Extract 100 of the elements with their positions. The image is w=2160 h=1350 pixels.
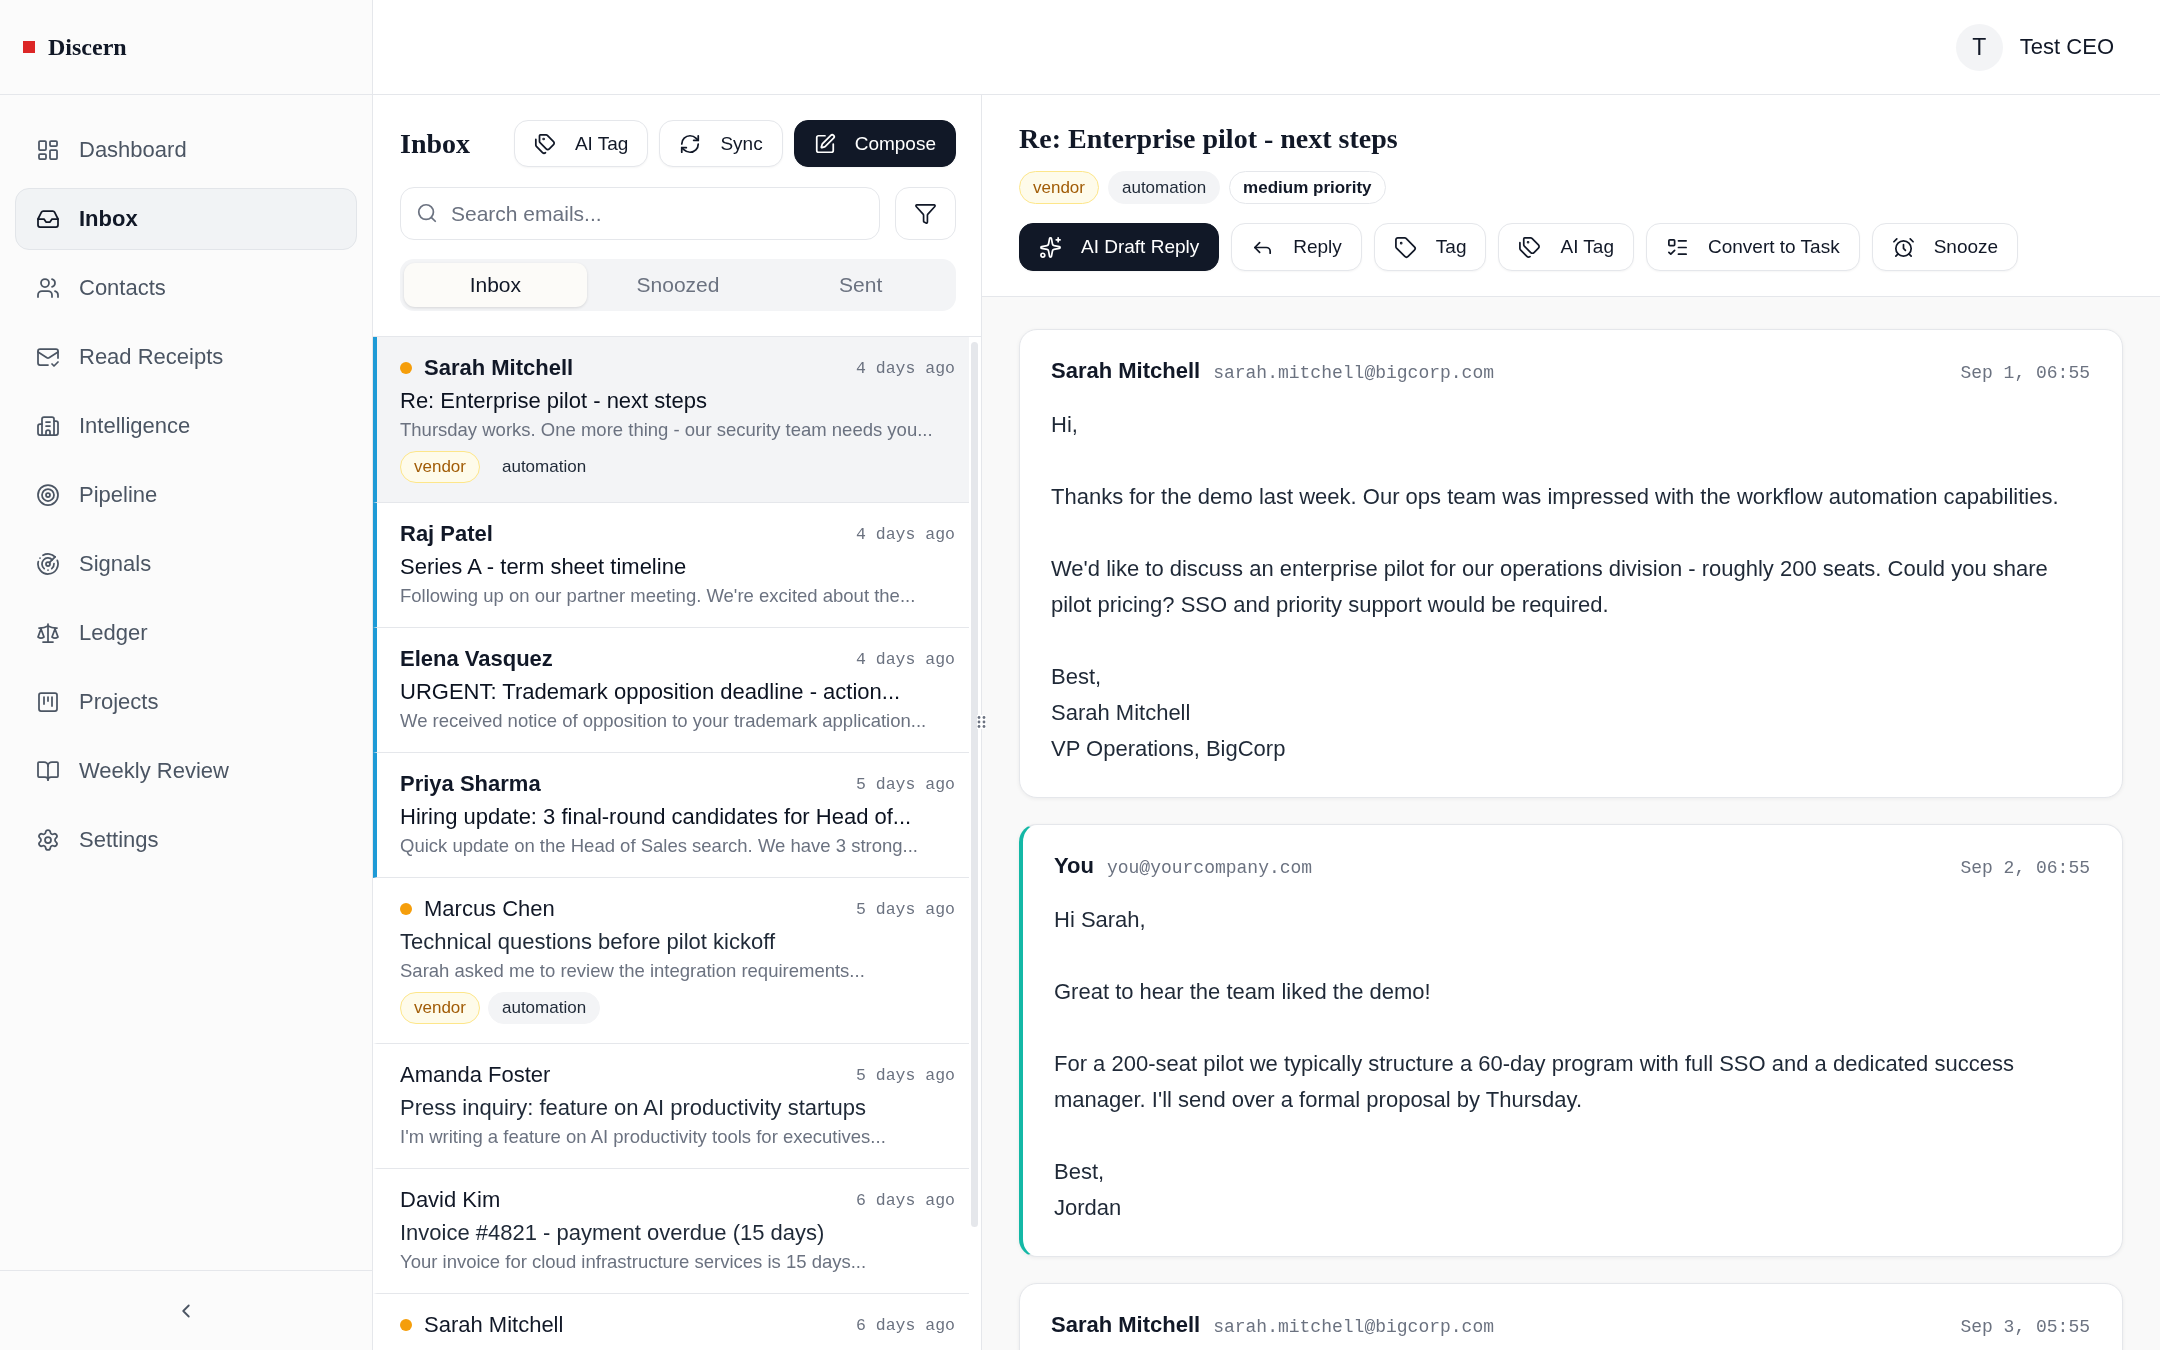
email-subject: Re: Enterprise pilot - next steps: [400, 387, 707, 415]
sender-name: Elena Vasquez: [400, 645, 553, 673]
people-icon: [36, 276, 60, 300]
email-list-item[interactable]: Elena Vasquez 4 days ago URGENT: Trademark opposition deadline - action... We received notice of opposition to your trademark application...: [373, 628, 969, 753]
refresh-icon: [679, 132, 702, 155]
email-time: 5 days ago: [855, 774, 955, 794]
sender-name: Marcus Chen: [424, 895, 555, 923]
inbox-title: Inbox: [400, 127, 472, 160]
sidebar-item[interactable]: Weekly Review: [15, 740, 357, 802]
sender-name: Sarah Mitchell: [424, 354, 574, 382]
sparkles-icon: [1039, 235, 1062, 259]
sender-name: David Kim: [400, 1186, 501, 1214]
email-list-item[interactable]: Raj Patel 4 days ago Series A - term sheet timeline Following up on our partner meeting. We're excited about the...: [373, 503, 969, 628]
subject-tag: medium priority: [1229, 171, 1386, 204]
sidebar-item[interactable]: Contacts: [15, 257, 357, 319]
sidebar-item[interactable]: Projects: [15, 671, 357, 733]
inbox-tab[interactable]: Inbox: [404, 263, 587, 307]
email-preview: Following up on our partner meeting. We're excited about the...: [400, 584, 916, 608]
sender-email: you@yourcompany.com: [1106, 858, 1313, 878]
message-date: Sep 2, 06:55: [1960, 858, 2090, 878]
message-text: VP Operations, BigCorp: [1051, 735, 1286, 763]
search-icon: [416, 202, 438, 224]
alarm-clock-icon: [1891, 235, 1915, 259]
settings-icon: [36, 828, 60, 852]
email-preview: Thursday works. One more thing - our security team needs you...: [400, 418, 933, 442]
resize-grip-icon[interactable]: [977, 715, 986, 729]
email-preview: Sarah asked me to review the integration requirements...: [400, 959, 865, 983]
ai-tag-button[interactable]: AI Tag: [1498, 223, 1634, 271]
filter-button[interactable]: [895, 187, 956, 240]
email-subject: Series A - term sheet timeline: [400, 553, 687, 581]
message-text: For a 200-seat pilot we typically structure a 60-day program with full SSO and a dedicated success manager. I'll send over a formal proposal by Thursday.: [1054, 1050, 2015, 1114]
email-subject: Hiring update: 3 final-round candidates for Head of...: [400, 803, 912, 831]
convert-to-task-button[interactable]: Convert to Task: [1646, 223, 1860, 271]
sender-email: sarah.mitchell@bigcorp.com: [1213, 1317, 1494, 1337]
tags-icon: [1518, 235, 1542, 259]
email-list-item[interactable]: Sarah Mitchell 4 days ago Re: Enterprise pilot - next steps Thursday works. One more thing - our security team needs you... vendor automation: [373, 337, 969, 503]
message-text: Best,: [1054, 1158, 1105, 1186]
sidebar-item[interactable]: Dashboard: [15, 119, 357, 181]
sidebar-item[interactable]: Signals: [15, 533, 357, 595]
sidebar-item[interactable]: Pipeline: [15, 464, 357, 526]
message-text: Best,: [1051, 663, 1102, 691]
tags-icon: [533, 132, 556, 155]
email-subject: URGENT: Trademark opposition deadline - action...: [400, 678, 901, 706]
email-tag: automation: [488, 992, 601, 1024]
sender-email: sarah.mitchell@bigcorp.com: [1213, 363, 1494, 383]
message-text: Hi,: [1051, 411, 1078, 439]
tag-button[interactable]: Tag: [1373, 223, 1487, 271]
email-time: 6 days ago: [855, 1190, 955, 1210]
sender-name: Priya Sharma: [400, 770, 541, 798]
scales-icon: [36, 621, 60, 645]
app-name: Discern: [48, 33, 127, 61]
kanban-icon: [36, 690, 60, 714]
subject-tag: vendor: [1019, 171, 1099, 204]
sidebar-item[interactable]: Inbox: [15, 188, 357, 250]
sidebar-item[interactable]: Settings: [15, 809, 357, 871]
email-subject: Press inquiry: feature on AI productivity startups: [400, 1094, 866, 1122]
sidebar-item[interactable]: Read Receipts: [15, 326, 357, 388]
message-date: Sep 3, 05:55: [1960, 1317, 2090, 1337]
sender-name: You: [1054, 853, 1094, 879]
logo-square-icon: [23, 41, 35, 53]
ai-tag-button[interactable]: AI Tag: [513, 120, 649, 167]
email-tag: vendor: [400, 992, 480, 1024]
email-time: 4 days ago: [855, 358, 955, 378]
message-text: Hi Sarah,: [1054, 906, 1146, 934]
email-time: 4 days ago: [855, 524, 955, 544]
sidebar-item[interactable]: Intelligence: [15, 395, 357, 457]
compose-button[interactable]: Compose: [793, 120, 956, 167]
message-text: We'd like to discuss an enterprise pilot for our operations division - roughly 200 seats. Could you share pilot pricing? SSO and priority support would be required.: [1051, 555, 2049, 619]
reply-button[interactable]: Reply: [1231, 223, 1362, 271]
email-tag: vendor: [400, 451, 480, 483]
building-icon: [36, 414, 60, 438]
email-preview: We received notice of opposition to your trademark application...: [400, 709, 927, 733]
snooze-button[interactable]: Snooze: [1871, 223, 2019, 271]
radar-icon: [36, 552, 60, 576]
email-time: 5 days ago: [855, 1065, 955, 1085]
sender-name: Amanda Foster: [400, 1061, 551, 1089]
search-field[interactable]: Search emails...: [400, 187, 880, 240]
message-date: Sep 1, 06:55: [1960, 363, 2090, 383]
sync-button[interactable]: Sync: [659, 120, 783, 167]
sender-name: Raj Patel: [400, 520, 493, 548]
sidebar-item[interactable]: Ledger: [15, 602, 357, 664]
email-preview: I'm writing a feature on AI productivity tools for executives...: [400, 1125, 886, 1149]
subject-tag: automation: [1108, 171, 1221, 204]
email-subject: Invoice #4821 - payment overdue (15 days): [400, 1219, 825, 1247]
dashboard-icon: [36, 138, 60, 162]
email-list-item[interactable]: Priya Sharma 5 days ago Hiring update: 3 final-round candidates for Head of... Quick update on the Head of Sales search. We have 3 strong...: [373, 753, 969, 878]
inbox-tab[interactable]: Sent: [769, 263, 952, 307]
pencil-square-icon: [813, 132, 836, 155]
sender-name: Sarah Mitchell: [1051, 358, 1201, 384]
message-text: Great to hear the team liked the demo!: [1054, 978, 1431, 1006]
email-preview: Quick update on the Head of Sales search. We have 3 strong...: [400, 834, 918, 858]
sender-name: Sarah Mitchell: [424, 1311, 564, 1339]
tag-icon: [1393, 235, 1417, 259]
email-time: 5 days ago: [855, 899, 955, 919]
user-avatar[interactable]: T: [1955, 23, 2003, 71]
email-time: 4 days ago: [855, 649, 955, 669]
ai-draft-reply-button[interactable]: AI Draft Reply: [1019, 223, 1220, 271]
inbox-tab[interactable]: Snoozed: [586, 263, 770, 307]
scrollbar-thumb[interactable]: [971, 342, 978, 1227]
email-subject: Technical questions before pilot kickoff: [400, 928, 776, 956]
